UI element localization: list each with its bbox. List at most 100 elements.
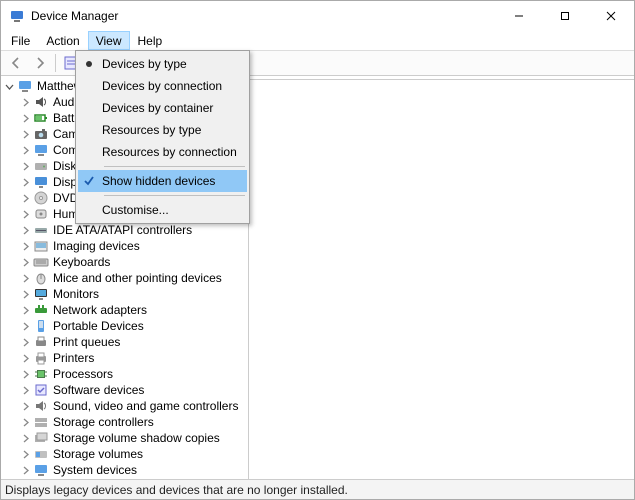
system-icon: [33, 462, 49, 478]
imaging-icon: [33, 238, 49, 254]
forward-button[interactable]: [29, 52, 51, 74]
disk-icon: [33, 158, 49, 174]
tree-expander-icon[interactable]: [19, 384, 31, 396]
tree-expander-icon[interactable]: [19, 112, 31, 124]
close-button[interactable]: [588, 1, 634, 31]
tree-label: Sound, video and game controllers: [53, 399, 238, 413]
tree-item[interactable]: IDE ATA/ATAPI controllers: [1, 222, 248, 238]
tree-expander-icon[interactable]: [19, 400, 31, 412]
tree-label: Storage volumes: [53, 447, 143, 461]
tree-expander-icon[interactable]: [19, 288, 31, 300]
menu-item[interactable]: Show hidden devices: [78, 170, 247, 192]
tree-label: Network adapters: [53, 303, 147, 317]
tree-item[interactable]: Storage volumes: [1, 446, 248, 462]
tree-item[interactable]: Mice and other pointing devices: [1, 270, 248, 286]
tree-expander-icon[interactable]: [19, 208, 31, 220]
tree-item[interactable]: Storage controllers: [1, 414, 248, 430]
printqueue-icon: [33, 334, 49, 350]
software-icon: [33, 382, 49, 398]
tree-item[interactable]: Universal Serial Bus controllers: [1, 478, 248, 479]
maximize-button[interactable]: [542, 1, 588, 31]
tree-label: Aud: [53, 95, 74, 109]
dvd-icon: [33, 190, 49, 206]
sound-icon: [33, 398, 49, 414]
tree-expander-icon[interactable]: [19, 160, 31, 172]
tree-expander-icon[interactable]: [19, 144, 31, 156]
checkmark-icon: [83, 175, 95, 187]
app-icon: [9, 8, 25, 24]
tree-item[interactable]: Portable Devices: [1, 318, 248, 334]
tree-expander-icon[interactable]: [19, 432, 31, 444]
tree-item[interactable]: System devices: [1, 462, 248, 478]
menu-item[interactable]: Devices by connection: [78, 75, 247, 97]
menu-view[interactable]: View: [88, 31, 130, 50]
tree-expander-icon[interactable]: [19, 96, 31, 108]
status-bar: Displays legacy devices and devices that…: [1, 479, 634, 499]
tree-expander-icon[interactable]: [3, 80, 15, 92]
menu-item[interactable]: Devices by type: [78, 53, 247, 75]
tree-expander-icon[interactable]: [19, 192, 31, 204]
tree-item[interactable]: Monitors: [1, 286, 248, 302]
tree-expander-icon[interactable]: [19, 464, 31, 476]
tree-item[interactable]: Keyboards: [1, 254, 248, 270]
menu-bar: File Action View Help: [1, 31, 634, 51]
tree-item[interactable]: Imaging devices: [1, 238, 248, 254]
menu-action[interactable]: Action: [38, 31, 87, 50]
menu-file[interactable]: File: [3, 31, 38, 50]
camera-icon: [33, 126, 49, 142]
tree-label: System devices: [53, 463, 137, 477]
menu-item[interactable]: Resources by type: [78, 119, 247, 141]
tree-label: Keyboards: [53, 255, 110, 269]
tree-expander-icon[interactable]: [19, 256, 31, 268]
network-icon: [33, 302, 49, 318]
battery-icon: [33, 110, 49, 126]
status-text: Displays legacy devices and devices that…: [5, 483, 348, 497]
tree-label: Processors: [53, 367, 113, 381]
tree-label: Disk: [53, 159, 76, 173]
tree-item[interactable]: Sound, video and game controllers: [1, 398, 248, 414]
hid-icon: [33, 206, 49, 222]
tree-expander-icon[interactable]: [19, 272, 31, 284]
tree-expander-icon[interactable]: [19, 320, 31, 332]
tree-label: Storage volume shadow copies: [53, 431, 220, 445]
menu-help[interactable]: Help: [130, 31, 171, 50]
printer-icon: [33, 350, 49, 366]
tree-item[interactable]: Processors: [1, 366, 248, 382]
menu-item[interactable]: Devices by container: [78, 97, 247, 119]
tree-expander-icon[interactable]: [19, 304, 31, 316]
tree-expander-icon[interactable]: [19, 448, 31, 460]
minimize-button[interactable]: [496, 1, 542, 31]
menu-item-label: Devices by connection: [100, 79, 222, 93]
tree-label: Disp: [53, 175, 77, 189]
computer-icon: [33, 142, 49, 158]
monitor-icon: [33, 286, 49, 302]
menu-item-label: Devices by container: [100, 101, 213, 115]
tree-expander-icon[interactable]: [19, 224, 31, 236]
shadowcopy-icon: [33, 430, 49, 446]
tree-item[interactable]: Printers: [1, 350, 248, 366]
radio-dot-icon: [86, 61, 92, 67]
tree-item[interactable]: Print queues: [1, 334, 248, 350]
tree-item[interactable]: Software devices: [1, 382, 248, 398]
menu-item-label: Resources by type: [100, 123, 201, 137]
tree-label: Portable Devices: [53, 319, 144, 333]
tree-expander-icon[interactable]: [19, 240, 31, 252]
tree-expander-icon[interactable]: [19, 336, 31, 348]
back-button[interactable]: [5, 52, 27, 74]
tree-expander-icon[interactable]: [19, 352, 31, 364]
tree-expander-icon[interactable]: [19, 128, 31, 140]
tree-item[interactable]: Network adapters: [1, 302, 248, 318]
menu-item[interactable]: Resources by connection: [78, 141, 247, 163]
title-bar: Device Manager: [1, 1, 634, 31]
tree-expander-icon[interactable]: [19, 416, 31, 428]
menu-item-label: Customise...: [100, 203, 169, 217]
menu-separator: [104, 166, 245, 167]
menu-item[interactable]: Customise...: [78, 199, 247, 221]
tree-label: Software devices: [53, 383, 144, 397]
computer-icon: [17, 78, 33, 94]
toolbar-separator: [55, 54, 56, 72]
mouse-icon: [33, 270, 49, 286]
tree-expander-icon[interactable]: [19, 176, 31, 188]
tree-item[interactable]: Storage volume shadow copies: [1, 430, 248, 446]
tree-expander-icon[interactable]: [19, 368, 31, 380]
